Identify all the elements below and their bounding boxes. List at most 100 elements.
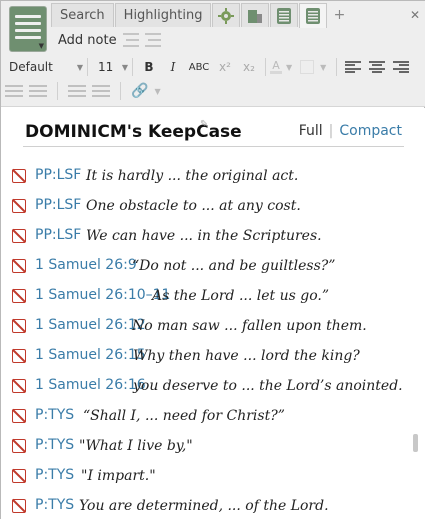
list-item: PP:LSF It is hardly ... the original act. [1, 162, 411, 192]
list-item: PP:LSF We can have ... in the Scriptures. [1, 222, 411, 252]
new-tab-button[interactable]: + [328, 3, 350, 27]
delete-note-icon[interactable] [12, 409, 26, 423]
reference-link[interactable]: 1 Samuel 26:10–11 [35, 287, 170, 303]
tab-highlighting-label: Highlighting [123, 8, 203, 23]
font-color-button[interactable]: A [270, 60, 282, 74]
tab-notes-list[interactable] [270, 3, 299, 27]
add-note-button[interactable]: Add note [58, 33, 117, 48]
delete-note-icon[interactable] [12, 229, 26, 243]
tab-search-label: Search [60, 8, 105, 23]
reference-link[interactable]: PP:LSF [35, 227, 81, 243]
notes-list: PP:LSF It is hardly ... the original act.… [1, 162, 411, 519]
list-item: 1 Samuel 26:9 “Do not ... and be guiltles… [1, 252, 411, 282]
note-text: You are determined, ... of the Lord. [79, 498, 329, 514]
font-size-select[interactable]: 11 ▼ [92, 60, 128, 74]
delete-note-icon[interactable] [12, 379, 26, 393]
delete-note-icon[interactable] [12, 289, 26, 303]
style-select-value: Default [9, 60, 53, 74]
highlight-color-button[interactable] [300, 60, 315, 74]
tab-search[interactable]: Search [51, 3, 114, 27]
panel-toolbar: ▼ Search Highlighting + ✕ Add note Defau… [1, 1, 425, 107]
reference-link[interactable]: 1 Samuel 26:15 [35, 347, 146, 363]
reference-link[interactable]: P:TYS [35, 467, 74, 483]
align-center-icon[interactable] [369, 61, 386, 73]
notes-icon [306, 8, 321, 24]
decrease-indent-icon[interactable] [68, 85, 86, 97]
plus-icon: + [333, 7, 346, 23]
reference-link[interactable]: P:TYS [35, 497, 74, 513]
view-compact-button[interactable]: Compact [339, 123, 402, 139]
view-full-button[interactable]: Full [299, 123, 323, 139]
small-caps-button[interactable]: ABC [185, 62, 213, 73]
delete-note-icon[interactable] [12, 199, 26, 213]
indent-icon[interactable] [145, 33, 161, 47]
numbered-list-icon[interactable] [29, 85, 47, 97]
note-text: No man saw ... fallen upon them. [132, 318, 367, 334]
edit-title-icon[interactable]: ✎ [200, 119, 208, 130]
list-item: 1 Samuel 26:15 Why then have ... lord the… [1, 342, 411, 372]
font-size-value: 11 [98, 60, 114, 74]
delete-note-icon[interactable] [12, 469, 26, 483]
note-text: It is hardly ... the original act. [86, 168, 299, 184]
link-icon[interactable]: 🔗 [131, 83, 148, 99]
note-text: "What I live by," [79, 438, 193, 454]
delete-note-icon[interactable] [12, 259, 26, 273]
delete-note-icon[interactable] [12, 349, 26, 363]
chevron-down-icon[interactable]: ▼ [320, 63, 326, 72]
chevron-down-icon[interactable]: ▼ [286, 63, 292, 72]
note-text: you deserve to ... the Lord’s anointed. [133, 378, 403, 394]
format-toolbar: Default ▼ 11 ▼ B I ABC x² x₂ A ▼ ▼ [1, 56, 425, 78]
keepcase-panel: ▼ Search Highlighting + ✕ Add note Defau… [0, 0, 425, 519]
list-item: P:TYS "What I live by," [1, 432, 411, 462]
indent-controls [123, 33, 161, 47]
reference-link[interactable]: P:TYS [35, 407, 74, 423]
outdent-icon[interactable] [123, 33, 139, 47]
list-item: P:TYS “Shall I, ... need for Christ?” [1, 402, 411, 432]
chevron-down-icon: ▼ [76, 62, 83, 72]
list-item: P:TYS "I impart." [1, 462, 411, 492]
tab-settings[interactable] [212, 3, 241, 27]
delete-note-icon[interactable] [12, 499, 26, 513]
bold-button[interactable]: B [137, 60, 161, 74]
panel-tabs: Search Highlighting + [51, 3, 351, 28]
delete-note-icon[interactable] [12, 319, 26, 333]
superscript-button[interactable]: x² [213, 60, 237, 74]
note-text: As the Lord ... let us go.” [152, 288, 329, 304]
tab-library[interactable] [241, 3, 270, 27]
chevron-down-icon[interactable]: ▼ [154, 87, 160, 96]
reference-link[interactable]: 1 Samuel 26:9 [35, 257, 137, 273]
notes-icon [277, 7, 292, 24]
title-divider [23, 146, 404, 147]
view-toggle-divider: | [328, 123, 334, 139]
library-icon [248, 9, 263, 23]
note-text: “Do not ... and be guiltless?” [132, 258, 336, 274]
reference-link[interactable]: PP:LSF [35, 197, 81, 213]
align-left-icon[interactable] [345, 61, 362, 73]
reference-link[interactable]: PP:LSF [35, 167, 81, 183]
close-icon[interactable]: ✕ [410, 8, 420, 22]
list-toolbar: 🔗 ▼ [5, 82, 161, 100]
delete-note-icon[interactable] [12, 439, 26, 453]
keepcase-content: DOMINICM's KeepCase ✎ Full | Compact PP:LS… [1, 108, 425, 519]
notes-app-menu-icon[interactable]: ▼ [9, 6, 47, 52]
delete-note-icon[interactable] [12, 169, 26, 183]
note-text: Why then have ... lord the king? [133, 348, 360, 364]
reference-link[interactable]: 1 Samuel 26:16 [35, 377, 146, 393]
bullet-list-icon[interactable] [5, 85, 23, 97]
reference-link[interactable]: 1 Samuel 26:12 [35, 317, 146, 333]
view-toggle: Full | Compact [299, 123, 402, 139]
chevron-down-icon: ▼ [121, 62, 128, 72]
align-right-icon[interactable] [393, 61, 410, 73]
subscript-button[interactable]: x₂ [237, 60, 261, 74]
list-item: 1 Samuel 26:12 No man saw ... fallen upon… [1, 312, 411, 342]
list-item: P:TYS You are determined, ... of the Lord… [1, 492, 411, 519]
scrollbar-thumb[interactable] [413, 434, 418, 452]
tab-highlighting[interactable]: Highlighting [114, 3, 212, 27]
reference-link[interactable]: P:TYS [35, 437, 74, 453]
tab-keepcase[interactable] [299, 3, 328, 28]
style-select[interactable]: Default ▼ [1, 60, 83, 74]
increase-indent-icon[interactable] [92, 85, 110, 97]
italic-button[interactable]: I [161, 60, 185, 74]
page-title: DOMINICM's KeepCase [25, 122, 242, 142]
list-item: 1 Samuel 26:10–11 As the Lord ... let us … [1, 282, 411, 312]
